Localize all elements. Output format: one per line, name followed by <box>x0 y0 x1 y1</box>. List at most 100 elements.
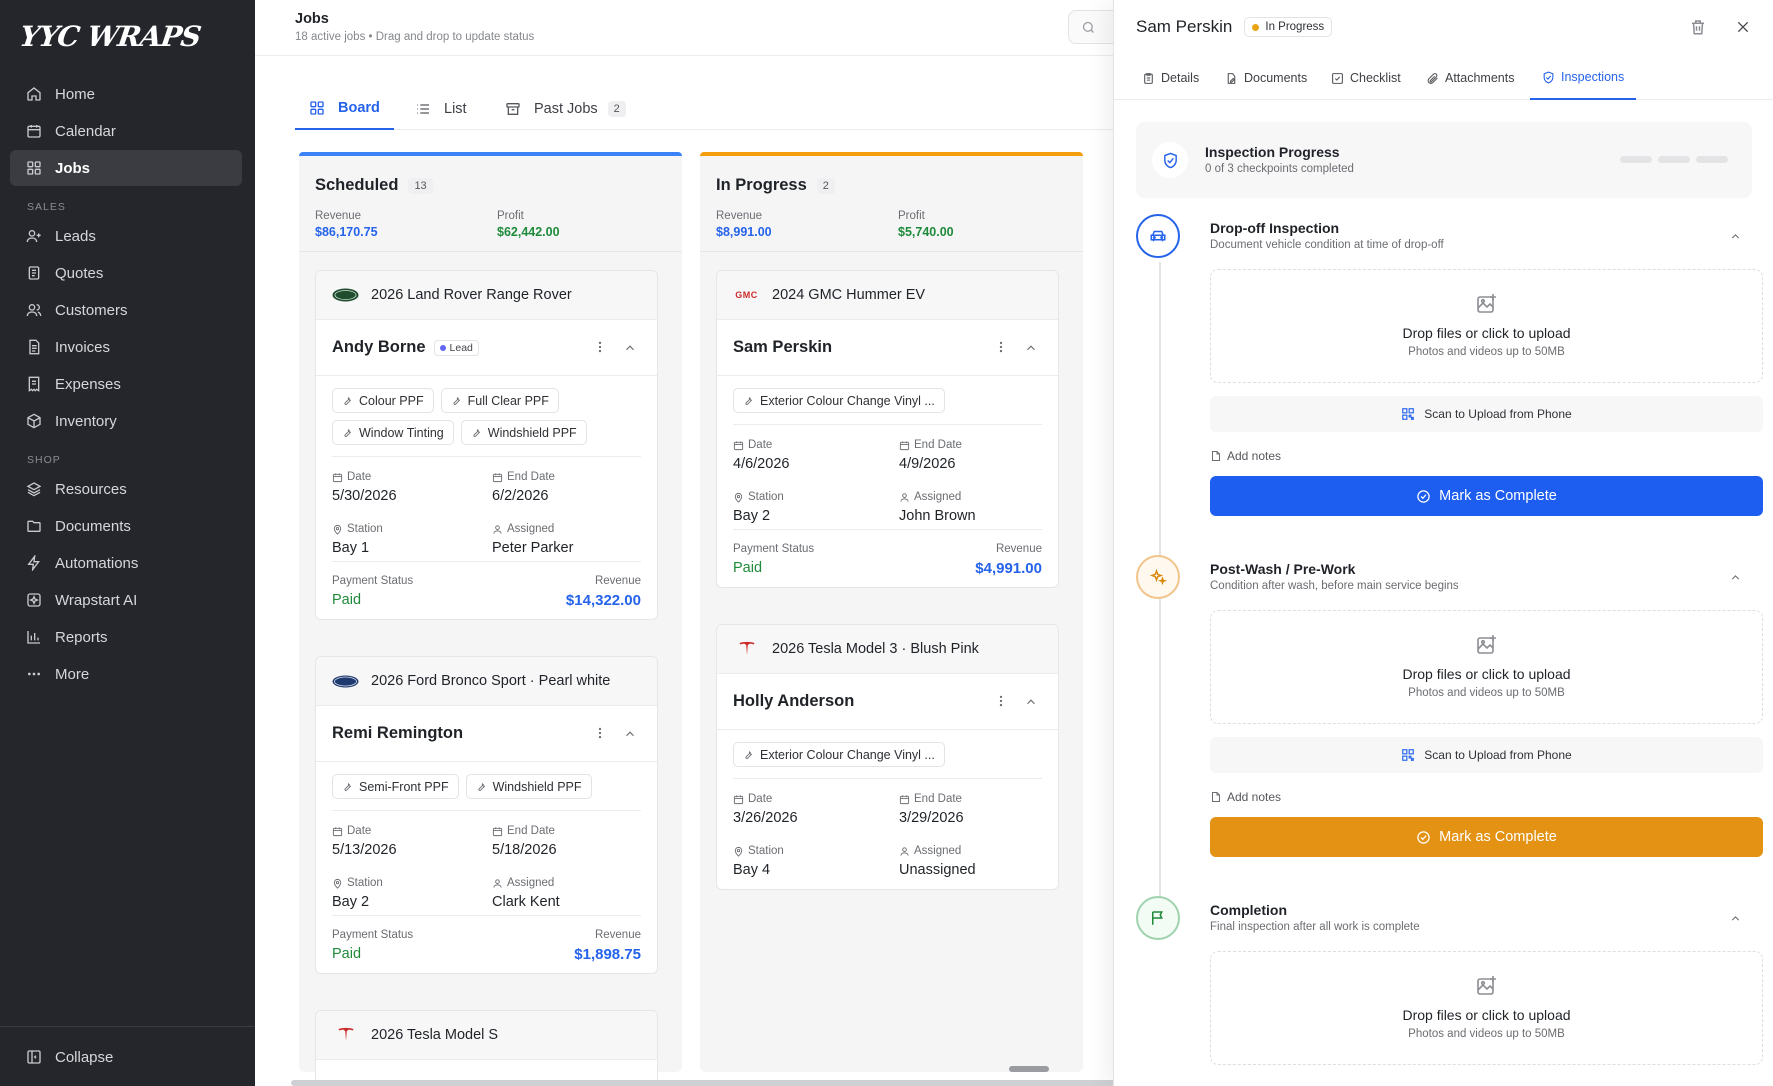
payment-status-value: Paid <box>733 560 763 576</box>
sidebar-item-quotes[interactable]: Quotes <box>10 255 242 291</box>
vehicle-row: 2026 Tesla Model 3 · Blush Pink <box>717 625 1058 674</box>
tab-checklist[interactable]: Checklist <box>1331 56 1401 100</box>
scan-upload-button[interactable]: Scan to Upload from Phone <box>1210 396 1763 432</box>
chevron-up-icon[interactable] <box>1729 230 1742 243</box>
grid-icon <box>27 161 41 175</box>
scan-upload-label: Scan to Upload from Phone <box>1424 748 1572 762</box>
vehicle-row: 2026 Tesla Model S <box>316 1011 657 1060</box>
tab-label: Details <box>1161 71 1200 85</box>
sidebar-item-customers[interactable]: Customers <box>10 292 242 328</box>
past-jobs-count: 2 <box>607 101 626 117</box>
tab-attachments[interactable]: Attachments <box>1426 56 1514 100</box>
sidebar-item-leads[interactable]: Leads <box>10 218 242 254</box>
job-card[interactable]: GMC 2024 GMC Hummer EV Sam Perskin Exter… <box>716 270 1059 588</box>
search-input[interactable] <box>1068 10 1115 44</box>
tab-inspections[interactable]: Inspections <box>1530 56 1637 100</box>
trash-icon[interactable] <box>1689 18 1707 36</box>
payment-status-value: Paid <box>332 592 362 608</box>
app-logo[interactable]: YYC WRAPS <box>18 20 203 53</box>
sidebar-item-calendar[interactable]: Calendar <box>10 113 242 149</box>
wrench-icon <box>745 397 753 405</box>
user-icon <box>493 524 502 534</box>
kebab-menu-icon[interactable] <box>593 726 607 740</box>
sidebar-item-automations[interactable]: Automations <box>10 545 242 581</box>
box-icon <box>27 413 41 429</box>
customer-name-text: Andy Borne <box>332 338 426 356</box>
sidebar-item-invoices[interactable]: Invoices <box>10 329 242 365</box>
mark-complete-button[interactable]: Mark as Complete <box>1210 476 1763 516</box>
info-station: Station Bay 2 <box>332 877 383 910</box>
sidebar-item-inventory[interactable]: Inventory <box>10 403 242 439</box>
image-plus-icon <box>1476 635 1496 654</box>
revenue-value: $4,991.00 <box>975 560 1042 577</box>
customer-name: Holly Anderson <box>733 692 855 710</box>
service-tags: Exterior Colour Change Vinyl ... <box>717 730 1058 774</box>
lead-dot <box>439 344 446 351</box>
tab-past-jobs[interactable]: Past Jobs 2 <box>505 88 626 130</box>
add-notes-button[interactable]: Add notes <box>1210 449 1281 463</box>
image-plus-icon <box>1476 294 1496 313</box>
info-label: Station <box>748 845 784 857</box>
tab-details[interactable]: Details <box>1142 56 1199 100</box>
panel-title: Sam Perskin In Progress <box>1136 17 1333 37</box>
info-label: Assigned <box>914 491 962 503</box>
chevron-up-icon[interactable] <box>623 341 637 355</box>
horizontal-scrollbar[interactable] <box>291 1080 1115 1086</box>
sidebar-item-jobs[interactable]: Jobs <box>10 150 242 186</box>
chevron-up-icon[interactable] <box>1729 912 1742 925</box>
chevron-up-icon[interactable] <box>623 727 637 741</box>
sidebar-item-wrapstart-ai[interactable]: Wrapstart AI <box>10 582 242 618</box>
sidebar-item-more[interactable]: More <box>10 656 242 692</box>
sidebar-item-expenses[interactable]: Expenses <box>10 366 242 402</box>
progress-segment <box>1696 156 1728 163</box>
service-tag-label: Full Clear PPF <box>467 393 549 408</box>
info-label: Date <box>347 825 372 837</box>
kebab-menu-icon[interactable] <box>994 694 1008 708</box>
tab-board[interactable]: Board <box>295 88 394 130</box>
info-station: Station Bay 1 <box>332 523 383 556</box>
revenue-value: $86,170.75 <box>315 225 378 239</box>
column-count: 13 <box>408 177 433 194</box>
sidebar-item-label: Calendar <box>55 122 116 140</box>
more-icon <box>28 672 40 676</box>
job-card[interactable]: 2026 Tesla Model S <box>315 1010 658 1086</box>
revenue-label: Revenue <box>995 543 1042 555</box>
chevron-up-icon[interactable] <box>1024 695 1038 709</box>
note-icon <box>1212 792 1220 802</box>
users-icon <box>26 304 42 317</box>
mark-complete-button[interactable]: Mark as Complete <box>1210 817 1763 857</box>
sidebar-item-resources[interactable]: Resources <box>10 471 242 507</box>
chevron-up-icon[interactable] <box>1729 571 1742 584</box>
page-header: Jobs 18 active jobs • Drag and drop to u… <box>255 0 1115 56</box>
tab-list[interactable]: List <box>415 88 467 130</box>
revenue-value: $14,322.00 <box>565 592 641 609</box>
job-card[interactable]: 2026 Land Rover Range Rover Andy Borne L… <box>315 270 658 620</box>
drag-handle[interactable] <box>1009 1066 1049 1072</box>
column-header: In Progress 2 Revenue $8,991.00 Profit $… <box>700 156 1083 252</box>
dropzone-title: Drop files or click to upload <box>1402 666 1571 682</box>
checkbox-icon <box>1332 72 1343 84</box>
info-label: End Date <box>914 439 962 451</box>
upload-dropzone[interactable]: Drop files or click to upload Photos and… <box>1210 951 1763 1065</box>
upload-dropzone[interactable]: Drop files or click to upload Photos and… <box>1210 610 1763 724</box>
collapse-button[interactable]: Collapse <box>10 1039 242 1075</box>
home-icon <box>27 87 41 101</box>
kebab-menu-icon[interactable] <box>593 340 607 354</box>
customer-row: Andy Borne Lead <box>316 320 657 376</box>
kebab-menu-icon[interactable] <box>994 340 1008 354</box>
job-card[interactable]: 2026 Ford Bronco Sport · Pearl white Rem… <box>315 656 658 974</box>
tab-documents[interactable]: Documents <box>1225 56 1307 100</box>
info-value: Bay 2 <box>332 894 370 910</box>
chevron-up-icon[interactable] <box>1024 341 1038 355</box>
sidebar-item-home[interactable]: Home <box>10 76 242 112</box>
close-icon[interactable] <box>1735 19 1751 35</box>
sidebar-item-reports[interactable]: Reports <box>10 619 242 655</box>
add-notes-button[interactable]: Add notes <box>1210 790 1281 804</box>
scan-upload-button[interactable]: Scan to Upload from Phone <box>1210 737 1763 773</box>
job-card[interactable]: 2026 Tesla Model 3 · Blush Pink Holly An… <box>716 624 1059 890</box>
upload-dropzone[interactable]: Drop files or click to upload Photos and… <box>1210 269 1763 383</box>
sidebar-item-documents[interactable]: Documents <box>10 508 242 544</box>
sidebar-item-label: Expenses <box>55 375 121 393</box>
vehicle-row: 2026 Land Rover Range Rover <box>316 271 657 320</box>
map-pin-icon <box>333 878 342 889</box>
